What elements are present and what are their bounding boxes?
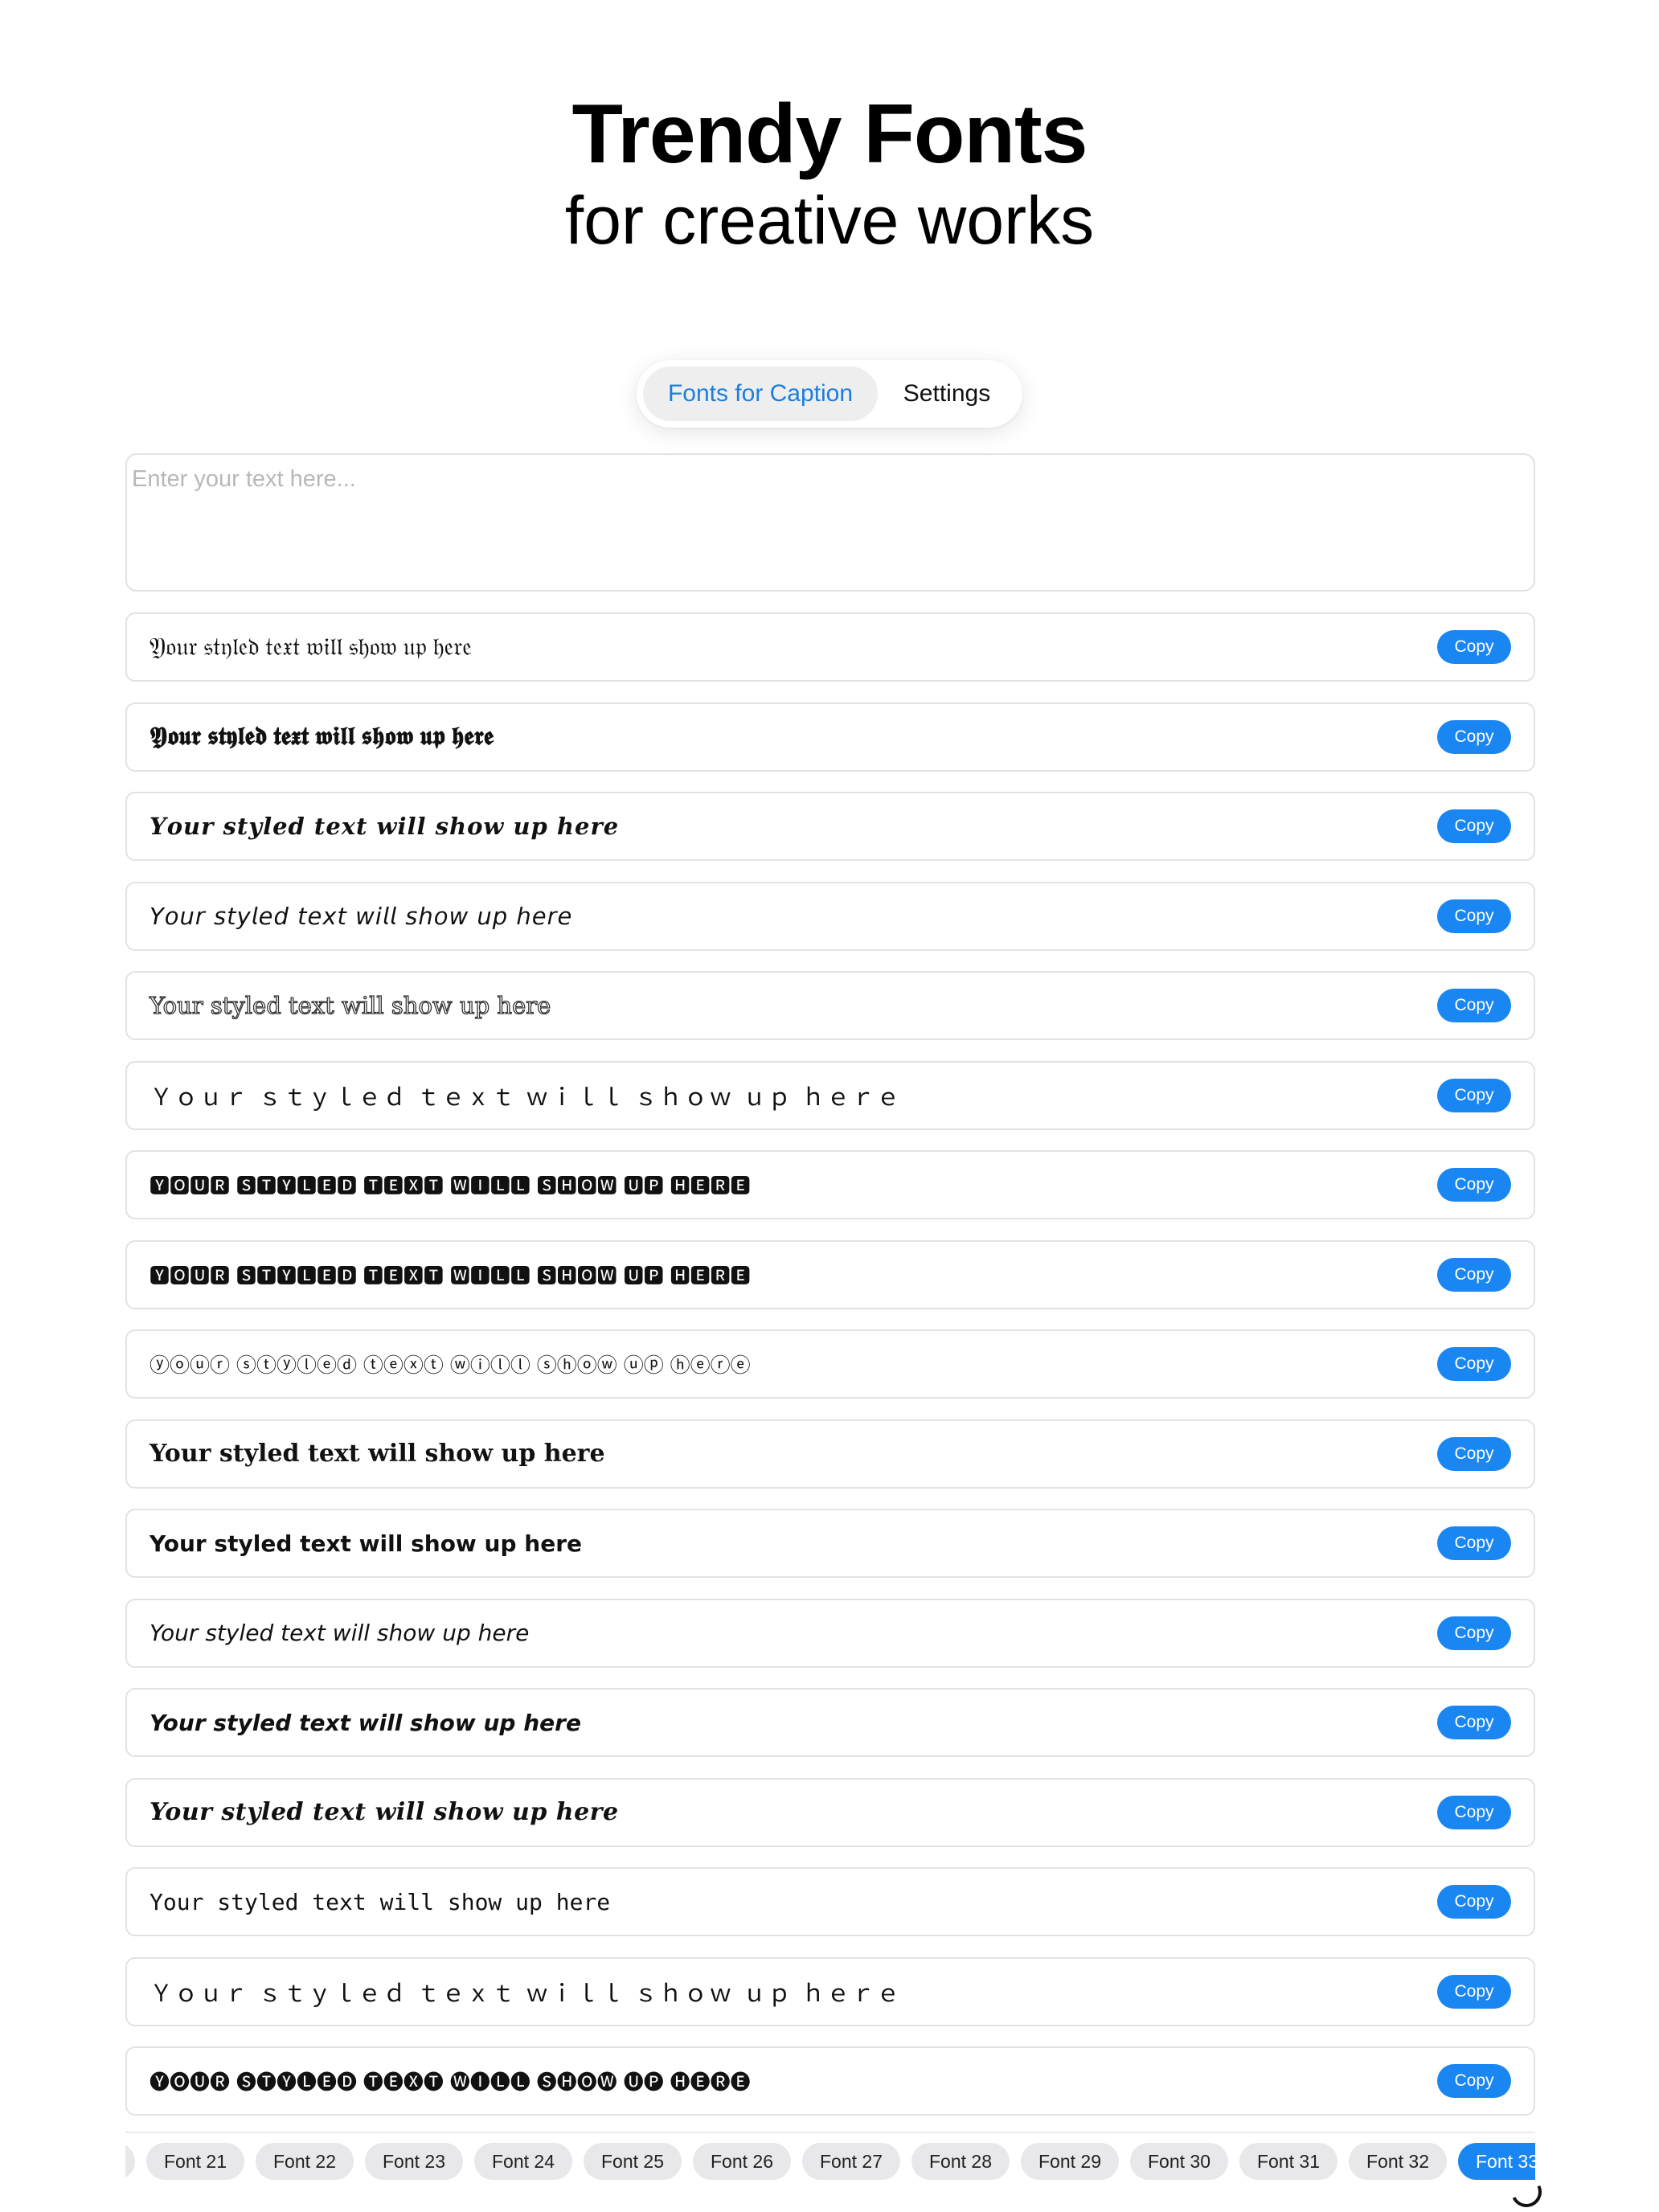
font-chip-strip[interactable]: Font 21 Font 22 Font 23 Font 24 Font 25 … xyxy=(125,2138,1535,2185)
copy-button[interactable]: Copy xyxy=(1437,1885,1511,1919)
copy-button[interactable]: Copy xyxy=(1437,2064,1511,2098)
copy-button[interactable]: Copy xyxy=(1437,1974,1511,2009)
styled-text-preview: Your styled text will show up here xyxy=(150,1888,611,1915)
font-chip[interactable]: Font 30 xyxy=(1130,2143,1228,2180)
styled-text-row: ⓨⓞⓤⓡ ⓢⓣⓨⓛⓔⓓ ⓣⓔⓧⓣ ⓦⓘⓛⓛ ⓢⓗⓞⓦ ⓤⓟ ⓗⓔⓡⓔ Copy xyxy=(125,1329,1535,1399)
styled-text-row: Your styled text will show up here Copy xyxy=(125,971,1535,1040)
copy-button[interactable]: Copy xyxy=(1437,1436,1511,1471)
styled-text-row: Your styled text will show up here Copy xyxy=(125,1598,1535,1668)
styled-text-row: 𝘠𝘰𝘶𝘳 𝘴𝘵𝘺𝘭𝘦𝘥 𝘵𝘦𝘹𝘵 𝘸𝘪𝘭𝘭 𝘴𝘩𝘰𝘸 𝘶𝘱 𝘩𝘦𝘳𝘦 Copy xyxy=(125,881,1535,951)
copy-button[interactable]: Copy xyxy=(1437,899,1511,933)
copy-button[interactable]: Copy xyxy=(1437,1168,1511,1202)
styled-text-preview: 🆈🅾🆄🆁 🆂🆃🆈🅻🅴🅳 🆃🅴🆇🆃 🆆🅸🅻🅻 🆂🅷🅾🆆 🆄🅿 🅷🅴🆁🅴 xyxy=(150,1264,751,1288)
styled-text-row: Your styled text will show up here Copy xyxy=(125,1867,1535,1936)
text-input[interactable] xyxy=(125,453,1535,592)
copy-button[interactable]: Copy xyxy=(1437,1078,1511,1112)
styled-text-preview: Your styled text will show up here xyxy=(150,1530,582,1557)
copy-button[interactable]: Copy xyxy=(1437,1257,1511,1292)
copy-button[interactable]: Copy xyxy=(1437,1616,1511,1650)
tab-settings[interactable]: Settings xyxy=(878,367,1016,421)
copy-button[interactable]: Copy xyxy=(1437,1795,1511,1829)
styled-text-row: Ｙｏｕｒ ｓｔｙｌｅｄ ｔｅｘｔ ｗｉｌｌ ｓｈｏｗ ｕｐ ｈｅｒｅ Copy xyxy=(125,1060,1535,1130)
styled-text-preview: ⓨⓞⓤⓡ ⓢⓣⓨⓛⓔⓓ ⓣⓔⓧⓣ ⓦⓘⓛⓛ ⓢⓗⓞⓦ ⓤⓟ ⓗⓔⓡⓔ xyxy=(150,1354,751,1377)
font-chip[interactable]: Font 22 xyxy=(256,2143,354,2180)
tab-fonts-for-caption[interactable]: Fonts for Caption xyxy=(643,367,878,421)
copy-button[interactable]: Copy xyxy=(1437,630,1511,664)
font-chip[interactable]: Font 28 xyxy=(911,2143,1010,2180)
copy-button[interactable]: Copy xyxy=(1437,1706,1511,1739)
styled-text-preview: Your styled text will show up here xyxy=(150,1798,619,1826)
styled-text-preview: 𝖄𝖔𝖚𝖗 𝖘𝖙𝖞𝖑𝖊𝖉 𝖙𝖊𝖝𝖙 𝖜𝖎𝖑𝖑 𝖘𝖍𝖔𝖜 𝖚𝖕 𝖍𝖊𝖗𝖊 xyxy=(150,722,494,750)
font-chip-active[interactable]: Font 33 xyxy=(1458,2143,1535,2180)
styled-text-preview: 🅨🅞🅤🅡 🅢🅣🅨🅛🅔🅓 🅣🅔🅧🅣 🅦🅘🅛🅛 🅢🅗🅞🅦 🅤🅟 🅗🅔🅡🅔 xyxy=(150,2071,751,2094)
styled-text-preview: Your styled text will show up here xyxy=(149,991,551,1019)
styled-text-preview: Ｙｏｕｒ ｓｔｙｌｅｄ ｔｅｘｔ ｗｉｌｌ ｓｈｏｗ ｕｐ ｈｅｒｅ xyxy=(150,1979,902,2007)
styled-text-row: 🆈🅾🆄🆁 🆂🆃🆈🅻🅴🅳 🆃🅴🆇🆃 🆆🅸🅻🅻 🆂🅷🅾🆆 🆄🅿 🅷🅴🆁🅴 Copy xyxy=(125,1150,1535,1219)
font-chip[interactable]: Font 31 xyxy=(1239,2143,1337,2180)
styled-text-preview: 🆈🅾🆄🆁 🆂🆃🆈🅻🅴🅳 🆃🅴🆇🆃 🆆🅸🅻🅻 🆂🅷🅾🆆 🆄🅿 🅷🅴🆁🅴 xyxy=(150,1174,751,1198)
styled-text-row: Ｙｏｕｒ ｓｔｙｌｅｄ ｔｅｘｔ ｗｉｌｌ ｓｈｏｗ ｕｐ ｈｅｒｅ Copy xyxy=(125,1956,1535,2026)
font-chip[interactable]: Font 24 xyxy=(474,2143,572,2180)
copy-button[interactable]: Copy xyxy=(1437,719,1511,754)
copy-button[interactable]: Copy xyxy=(1437,1347,1511,1381)
hero-header: Trendy Fonts for creative works xyxy=(0,88,1659,258)
font-chip[interactable]: Font 26 xyxy=(693,2143,791,2180)
styled-text-preview: 𝔜𝔬𝔲𝔯 𝔰𝔱𝔶𝔩𝔢𝔡 𝔱𝔢𝔵𝔱 𝔴𝔦𝔩𝔩 𝔰𝔥𝔬𝔴 𝔲𝔭 𝔥𝔢𝔯𝔢 xyxy=(150,632,472,661)
font-chip[interactable]: Font 25 xyxy=(584,2143,682,2180)
styled-text-row: Your styled text will show up here Copy xyxy=(125,1688,1535,1757)
styled-text-preview: Your styled text will show up here xyxy=(150,1620,530,1646)
styled-text-row: 𝒀𝒐𝒖𝒓 𝒔𝒕𝒚𝒍𝒆𝒅 𝒕𝒆𝒙𝒕 𝒘𝒊𝒍𝒍 𝒔𝒉𝒐𝒘 𝒖𝒑 𝒉𝒆𝒓𝒆 Copy xyxy=(125,792,1535,861)
styled-text-row: 🅨🅞🅤🅡 🅢🅣🅨🅛🅔🅓 🅣🅔🅧🅣 🅦🅘🅛🅛 🅢🅗🅞🅦 🅤🅟 🅗🅔🅡🅔 Copy xyxy=(125,2046,1535,2116)
styled-text-preview: 𝒀𝒐𝒖𝒓 𝒔𝒕𝒚𝒍𝒆𝒅 𝒕𝒆𝒙𝒕 𝒘𝒊𝒍𝒍 𝒔𝒉𝒐𝒘 𝒖𝒑 𝒉𝒆𝒓𝒆 xyxy=(150,813,620,840)
font-chip[interactable]: Font 32 xyxy=(1349,2143,1447,2180)
styled-text-row: 𝔜𝔬𝔲𝔯 𝔰𝔱𝔶𝔩𝔢𝔡 𝔱𝔢𝔵𝔱 𝔴𝔦𝔩𝔩 𝔰𝔥𝔬𝔴 𝔲𝔭 𝔥𝔢𝔯𝔢 Copy xyxy=(125,612,1535,682)
copy-button[interactable]: Copy xyxy=(1437,1526,1511,1560)
page-title: Trendy Fonts xyxy=(571,88,1088,181)
font-chip[interactable]: Font 21 xyxy=(146,2143,244,2180)
font-chip-partial[interactable] xyxy=(125,2143,135,2180)
copy-button[interactable]: Copy xyxy=(1437,809,1511,843)
segmented-tab-bar: Fonts for Caption Settings xyxy=(637,360,1022,428)
styled-text-preview: Ｙｏｕｒ ｓｔｙｌｅｄ ｔｅｘｔ ｗｉｌｌ ｓｈｏｗ ｕｐ ｈｅｒｅ xyxy=(150,1083,902,1111)
styled-text-preview: Your styled text will show up here xyxy=(150,1440,605,1468)
page-subtitle: for creative works xyxy=(564,182,1095,259)
styled-text-row: Your styled text will show up here Copy xyxy=(125,1777,1535,1847)
chip-strip-divider xyxy=(125,2132,1535,2133)
font-chip[interactable]: Font 29 xyxy=(1021,2143,1119,2180)
font-chip[interactable]: Font 23 xyxy=(365,2143,463,2180)
styled-text-list: 𝔜𝔬𝔲𝔯 𝔰𝔱𝔶𝔩𝔢𝔡 𝔱𝔢𝔵𝔱 𝔴𝔦𝔩𝔩 𝔰𝔥𝔬𝔴 𝔲𝔭 𝔥𝔢𝔯𝔢 Copy 𝖄… xyxy=(125,612,1535,2136)
styled-text-row: 🆈🅾🆄🆁 🆂🆃🆈🅻🅴🅳 🆃🅴🆇🆃 🆆🅸🅻🅻 🆂🅷🅾🆆 🆄🅿 🅷🅴🆁🅴 Copy xyxy=(125,1239,1535,1309)
font-chip[interactable]: Font 27 xyxy=(802,2143,900,2180)
styled-text-row: 𝖄𝖔𝖚𝖗 𝖘𝖙𝖞𝖑𝖊𝖉 𝖙𝖊𝖝𝖙 𝖜𝖎𝖑𝖑 𝖘𝖍𝖔𝖜 𝖚𝖕 𝖍𝖊𝖗𝖊 Copy xyxy=(125,702,1535,772)
styled-text-preview: 𝘠𝘰𝘶𝘳 𝘴𝘵𝘺𝘭𝘦𝘥 𝘵𝘦𝘹𝘵 𝘸𝘪𝘭𝘭 𝘴𝘩𝘰𝘸 𝘶𝘱 𝘩𝘦𝘳𝘦 xyxy=(150,902,573,930)
copy-button[interactable]: Copy xyxy=(1437,989,1511,1022)
styled-text-row: Your styled text will show up here Copy xyxy=(125,1419,1535,1489)
styled-text-row: Your styled text will show up here Copy xyxy=(125,1509,1535,1578)
styled-text-preview: Your styled text will show up here xyxy=(150,1709,581,1736)
